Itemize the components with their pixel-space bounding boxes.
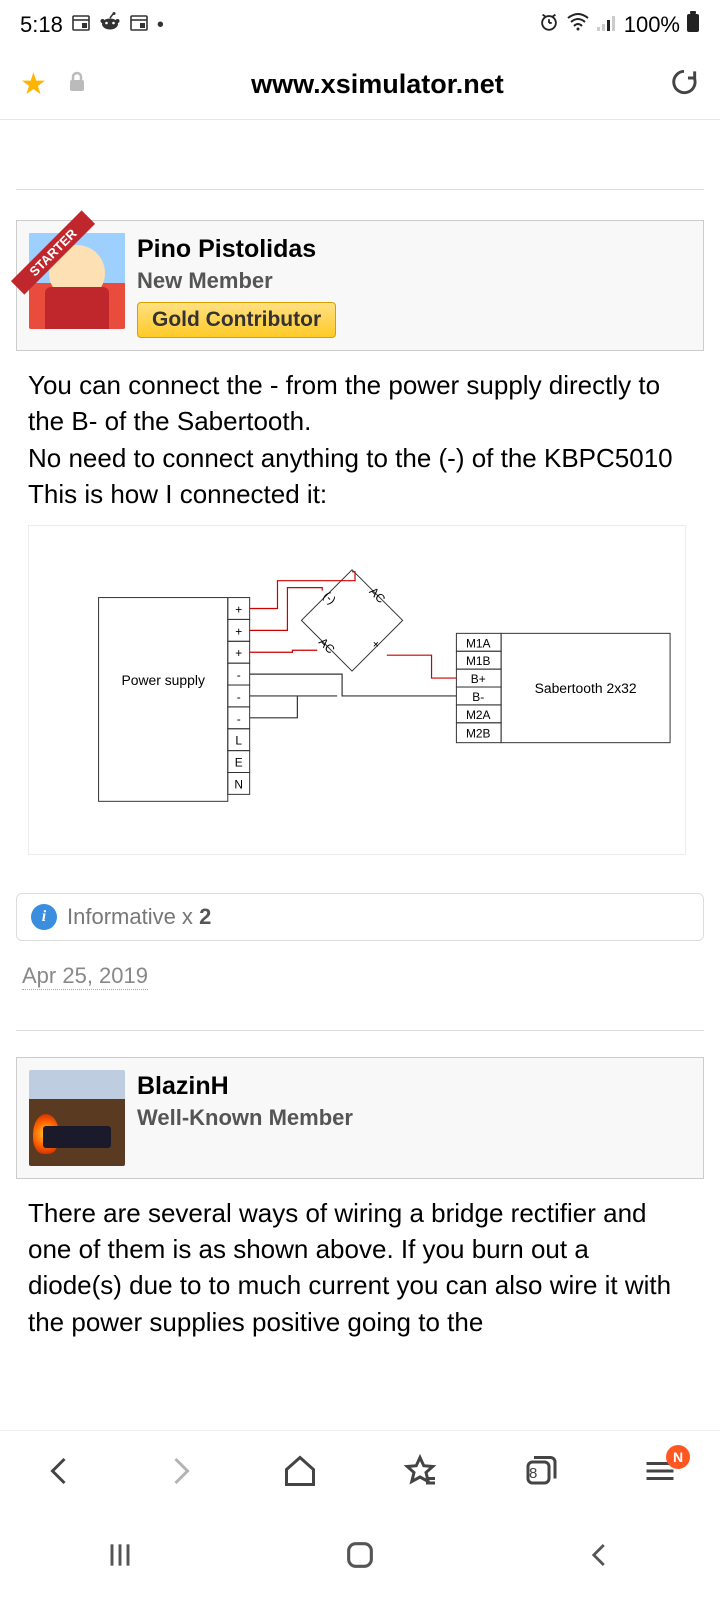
post-text: You can connect the - from the power sup… (28, 370, 660, 436)
svg-text:-: - (237, 689, 241, 703)
reddit-icon (99, 11, 121, 39)
username-link[interactable]: Pino Pistolidas (137, 235, 336, 264)
calendar-icon-2 (129, 12, 149, 38)
battery-icon (686, 11, 700, 39)
svg-text:+: + (235, 646, 242, 660)
reaction-count: 2 (199, 904, 211, 929)
svg-text:Sabertooth 2x32: Sabertooth 2x32 (535, 680, 637, 696)
home-button[interactable] (276, 1447, 324, 1495)
svg-text:+: + (235, 602, 242, 616)
wiring-diagram-image[interactable]: Power supply + + + - - - L E N AC (28, 525, 686, 855)
home-button-system[interactable] (300, 1530, 420, 1580)
informative-icon: i (31, 904, 57, 930)
post-header: BlazinH Well-Known Member (17, 1058, 703, 1178)
reaction-label: Informative x (67, 904, 193, 929)
svg-text:M2A: M2A (466, 707, 491, 721)
tab-count: 8 (529, 1465, 537, 1482)
recents-button[interactable] (60, 1530, 180, 1580)
svg-text:M1B: M1B (466, 654, 491, 668)
svg-text:(-): (-) (320, 588, 338, 606)
svg-text:-: - (237, 711, 241, 725)
forum-post: STARTER Pino Pistolidas New Member Gold … (16, 220, 704, 351)
page-content: STARTER Pino Pistolidas New Member Gold … (0, 120, 720, 1358)
battery-label: 100% (624, 12, 680, 38)
forward-button[interactable] (156, 1447, 204, 1495)
svg-text:E: E (235, 755, 243, 769)
system-nav-bar (0, 1510, 720, 1600)
post-body: You can connect the - from the power sup… (16, 357, 704, 873)
contributor-badge: Gold Contributor (137, 302, 336, 338)
alarm-icon (538, 11, 560, 39)
rectifier: AC AC (-) + (301, 569, 402, 670)
status-time: 5:18 (20, 12, 63, 38)
url-bar: ★ www.xsimulator.net (0, 50, 720, 120)
browser-toolbar: 8 N (0, 1430, 720, 1510)
post-text: This is how I connected it: (28, 479, 327, 509)
user-title: Well-Known Member (137, 1105, 353, 1131)
user-title: New Member (137, 268, 336, 294)
post-body: There are several ways of wiring a bridg… (16, 1185, 704, 1359)
forum-post: BlazinH Well-Known Member (16, 1057, 704, 1179)
prev-post-edge (16, 120, 704, 190)
svg-text:B-: B- (472, 689, 484, 703)
st-terminals: M1A M1B B+ B- M2A M2B (456, 633, 501, 742)
ps-terminals: + + + - - - L E N (228, 597, 250, 794)
diagram-label: Power supply (121, 672, 205, 688)
svg-text:M2B: M2B (466, 726, 491, 740)
post-text: No need to connect anything to the (-) o… (28, 443, 673, 473)
user-avatar[interactable] (29, 1070, 125, 1166)
wifi-icon (566, 12, 590, 38)
svg-text:L: L (235, 733, 242, 747)
bookmark-star-icon[interactable]: ★ (20, 67, 47, 102)
bookmarks-button[interactable] (396, 1447, 444, 1495)
menu-button[interactable]: N (636, 1447, 684, 1495)
post-text: There are several ways of wiring a bridg… (28, 1198, 671, 1337)
more-icon: • (157, 14, 164, 37)
username-link[interactable]: BlazinH (137, 1072, 353, 1101)
lock-icon (67, 71, 87, 99)
post-header: STARTER Pino Pistolidas New Member Gold … (17, 221, 703, 350)
url-text[interactable]: www.xsimulator.net (107, 69, 648, 100)
status-right: 100% (538, 11, 700, 39)
back-button-system[interactable] (540, 1530, 660, 1580)
svg-text:B+: B+ (471, 672, 486, 686)
svg-text:+: + (369, 636, 384, 651)
back-button[interactable] (36, 1447, 84, 1495)
signal-icon (596, 12, 618, 38)
svg-text:-: - (237, 668, 241, 682)
svg-text:N: N (234, 777, 243, 791)
reload-icon[interactable] (668, 66, 700, 103)
status-left: 5:18 • (20, 11, 164, 39)
reaction-bar[interactable]: i Informative x 2 (16, 893, 704, 941)
post-date-link[interactable]: Apr 25, 2019 (22, 963, 148, 990)
tabs-button[interactable]: 8 (516, 1447, 564, 1495)
calendar-icon (71, 12, 91, 38)
notification-badge: N (666, 1445, 690, 1469)
svg-text:+: + (235, 624, 242, 638)
svg-text:M1A: M1A (466, 636, 491, 650)
user-avatar[interactable]: STARTER (29, 233, 125, 329)
status-bar: 5:18 • 100% (0, 0, 720, 50)
